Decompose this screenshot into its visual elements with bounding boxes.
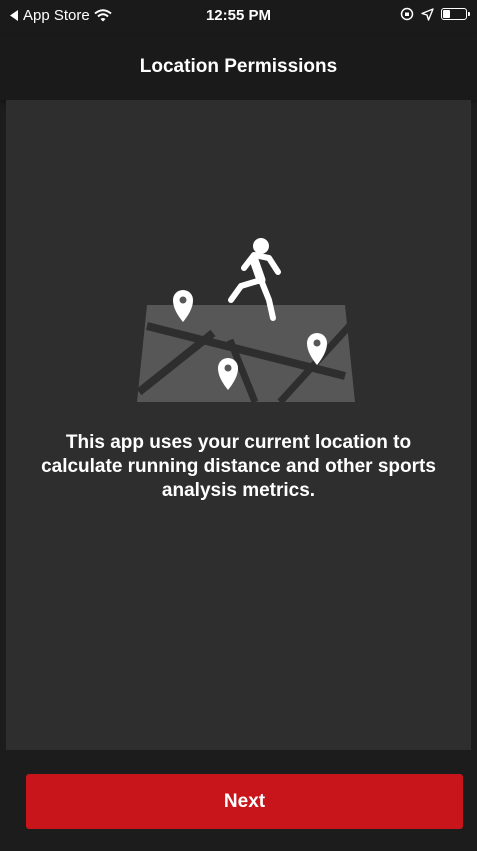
- orientation-lock-icon: [400, 7, 414, 21]
- status-bar: App Store 12:55 PM: [0, 0, 477, 34]
- main-content: This app uses your current location to c…: [6, 100, 471, 750]
- next-button[interactable]: Next: [26, 774, 463, 829]
- nav-bar: Location Permissions: [0, 34, 477, 100]
- page-title: Location Permissions: [139, 56, 338, 77]
- location-permission-description: This app uses your current location to c…: [41, 432, 436, 501]
- status-icons: [400, 7, 470, 21]
- location-arrow-icon: [421, 7, 434, 21]
- running-map-illustration: [136, 238, 356, 405]
- footer: Next: [0, 750, 477, 851]
- battery-icon: [441, 8, 470, 20]
